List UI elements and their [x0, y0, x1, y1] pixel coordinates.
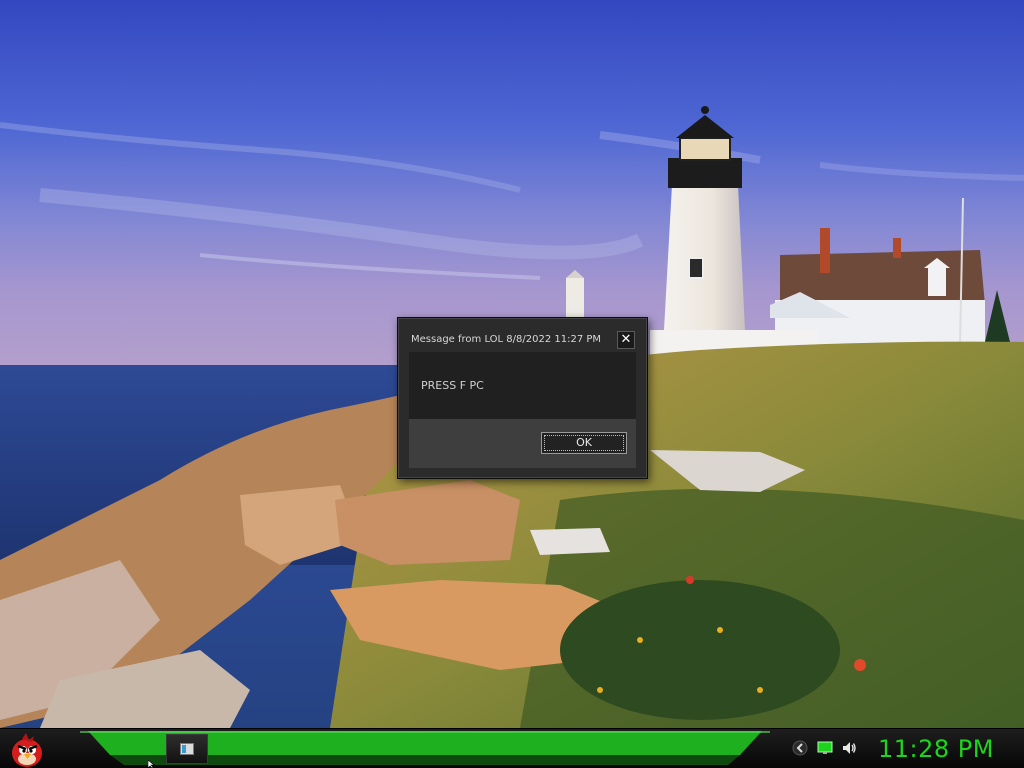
dialog-title: Message from LOL 8/8/2022 11:27 PM: [411, 334, 602, 345]
monitor-icon[interactable]: [817, 740, 833, 756]
close-icon: ✕: [620, 332, 632, 347]
ok-button[interactable]: OK: [541, 432, 627, 454]
dialog-footer: OK: [409, 419, 636, 468]
window-icon: [180, 743, 194, 755]
desktop: Message from LOL 8/8/2022 11:27 PM ✕ PRE…: [0, 0, 1024, 768]
chevron-left-icon[interactable]: [792, 740, 808, 756]
dialog-message: PRESS F PC: [421, 379, 484, 392]
taskbar-clock[interactable]: 11:28 PM: [878, 734, 1018, 764]
close-button[interactable]: ✕: [617, 331, 635, 349]
mouse-cursor-icon: [148, 760, 155, 768]
start-button[interactable]: [8, 731, 48, 768]
message-dialog: Message from LOL 8/8/2022 11:27 PM ✕ PRE…: [397, 317, 648, 479]
speaker-icon[interactable]: [841, 740, 857, 756]
taskbar-item[interactable]: [166, 734, 208, 764]
dialog-titlebar[interactable]: Message from LOL 8/8/2022 11:27 PM ✕: [406, 330, 639, 352]
angry-bird-icon: [12, 733, 42, 767]
dialog-body: PRESS F PC: [409, 352, 636, 419]
